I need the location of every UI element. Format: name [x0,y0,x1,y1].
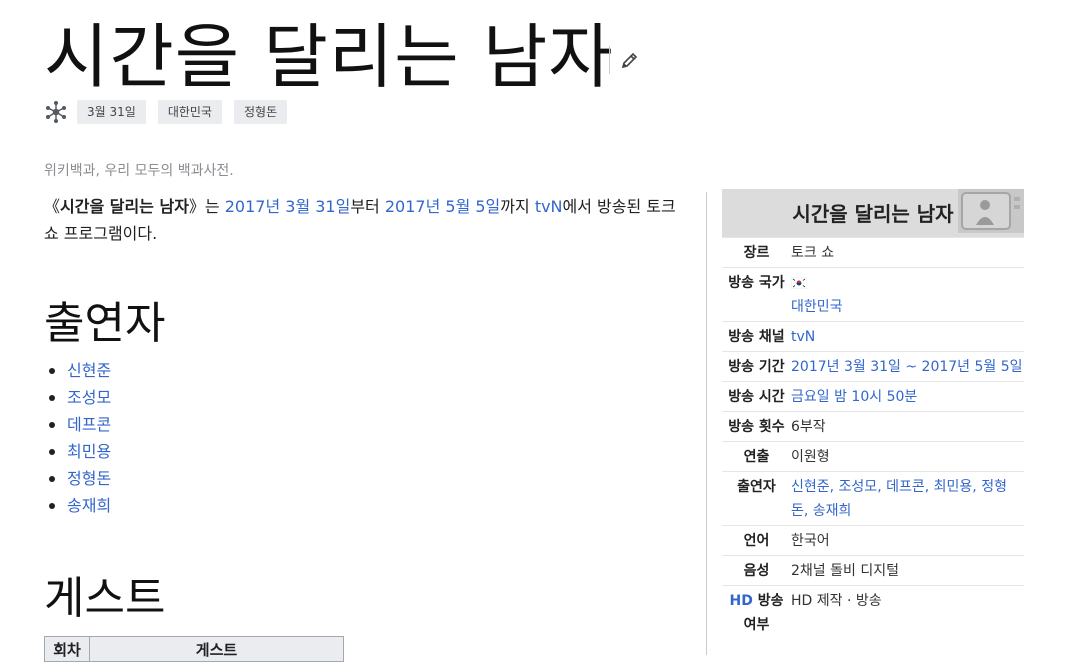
airtime-link[interactable]: 금요일 밤 10시 50분 [791,389,917,405]
quote-close: 》는 [188,197,225,216]
tag-person[interactable]: 정형돈 [233,100,288,124]
content-divider [706,192,707,655]
infobox-header: 시간을 달리는 남자 15 [722,189,1024,237]
row-value: HD 제작 · 방송 [791,593,882,609]
list-item: 신현준 [44,357,111,384]
row-value: 6부작 [791,419,826,435]
list-item: 최민용 [44,438,111,465]
country-link[interactable]: 대한민국 [791,299,843,315]
separator: , [924,479,934,495]
lead-title: 시간을 달리는 남자 [60,197,189,216]
row-value: 2채널 돌비 디지털 [791,563,899,579]
pencil-icon[interactable] [620,50,640,70]
row-value: 대한민국 [791,271,1024,319]
infobox-row-audio: 음성 2채널 돌비 디지털 [722,555,1024,585]
infobox-row-time: 방송 시간 금요일 밤 10시 50분 [722,381,1024,411]
guest-heading: 게스트 [44,573,166,624]
separator: , [972,479,982,495]
end-date-link[interactable]: 2017년 5월 5일 [385,197,500,216]
guest-table: 회차 게스트 [44,636,344,662]
tags-row: 3월 31일 대한민국 정형돈 [44,99,299,125]
channel-link[interactable]: tvN [791,329,815,345]
channel-link[interactable]: tvN [535,197,563,216]
infobox-row-episodes: 방송 횟수 6부작 [722,411,1024,441]
infobox-row-director: 연출 이원형 [722,441,1024,471]
cast-link[interactable]: 조성모 [67,388,111,407]
separator: , [829,479,839,495]
cast-link[interactable]: 최민용 [934,479,973,495]
infobox: 시간을 달리는 남자 15 장르 토크 쇼 방송 국가 대한민국 방송 채널 [722,189,1024,639]
row-value: 한국어 [791,533,830,549]
hub-icon [46,101,66,123]
table-header-row: 회차 게스트 [44,636,344,662]
column-header-guest: 게스트 [89,636,344,662]
row-label: HD 방송 여부 [722,589,791,637]
column-header-episode: 회차 [44,636,90,662]
cast-link[interactable]: 신현준 [67,361,111,380]
row-label: 방송 시간 [728,389,785,405]
site-subtitle: 위키백과, 우리 모두의 백과사전. [44,163,234,179]
cast-link[interactable]: 정형돈 [67,469,111,488]
cast-link[interactable]: 신현준 [791,479,830,495]
end-date-link[interactable]: 2017년 5월 5일 [922,359,1023,375]
row-label: 방송 기간 [728,359,785,375]
row-label: 출연자 [737,479,776,495]
row-value: 신현준, 조성모, 데프콘, 최민용, 정형돈, 송재희 [791,475,1024,523]
row-value: 금요일 밤 10시 50분 [791,385,1024,409]
tv-icon[interactable] [958,189,1024,233]
separator: , [803,503,813,519]
list-item: 조성모 [44,384,111,411]
infobox-row-channel: 방송 채널 tvN [722,321,1024,351]
row-label: 방송 채널 [728,329,785,345]
title-divider [609,46,610,74]
row-label: 연출 [743,449,770,465]
row-value: 이원형 [791,449,830,465]
list-item: 데프콘 [44,411,111,438]
row-value: 2017년 3월 31일 ~ 2017년 5월 5일 [791,355,1024,379]
cast-link[interactable]: 최민용 [67,442,111,461]
cast-link[interactable]: 조성모 [839,479,878,495]
row-label: 방송 국가 [728,275,785,291]
row-label: 음성 [743,563,770,579]
start-date-link[interactable]: 2017년 3월 31일 [225,197,351,216]
lead-text-until: 까지 [500,197,535,216]
cast-link[interactable]: 송재희 [813,503,852,519]
period-separator: ~ [900,359,922,375]
row-label: 방송 횟수 [728,419,785,435]
lead-text-from: 부터 [350,197,385,216]
cast-link[interactable]: 송재희 [67,496,111,515]
row-value: tvN [791,325,1024,349]
infobox-title: 시간을 달리는 남자 [792,202,954,226]
infobox-row-country: 방송 국가 대한민국 [722,267,1024,321]
tag-date[interactable]: 3월 31일 [77,100,146,124]
row-label: 장르 [743,245,770,261]
cast-link[interactable]: 데프콘 [67,415,111,434]
infobox-row-genre: 장르 토크 쇼 [722,237,1024,267]
cast-list: 신현준 조성모 데프콘 최민용 정형돈 송재희 [44,357,111,519]
start-date-link[interactable]: 2017년 3월 31일 [791,359,901,375]
flag-icon [791,277,807,289]
cast-link[interactable]: 데프콘 [886,479,925,495]
infobox-row-period: 방송 기간 2017년 3월 31일 ~ 2017년 5월 5일 [722,351,1024,381]
lead-paragraph: 《시간을 달리는 남자》는 2017년 3월 31일부터 2017년 5월 5일… [44,193,684,247]
separator: , [877,479,887,495]
list-item: 정형돈 [44,465,111,492]
list-item: 송재희 [44,492,111,519]
cast-heading: 출연자 [44,298,166,349]
hd-link[interactable]: HD [730,593,753,609]
tag-country[interactable]: 대한민국 [157,100,222,124]
infobox-row-cast: 출연자 신현준, 조성모, 데프콘, 최민용, 정형돈, 송재희 [722,471,1024,525]
quote-open: 《 [44,197,61,216]
page-title: 시간을 달리는 남자 [44,16,614,98]
infobox-row-language: 언어 한국어 [722,525,1024,555]
row-label: 언어 [743,533,770,549]
infobox-row-hd: HD 방송 여부 HD 제작 · 방송 [722,585,1024,639]
row-value: 토크 쇼 [791,245,835,261]
